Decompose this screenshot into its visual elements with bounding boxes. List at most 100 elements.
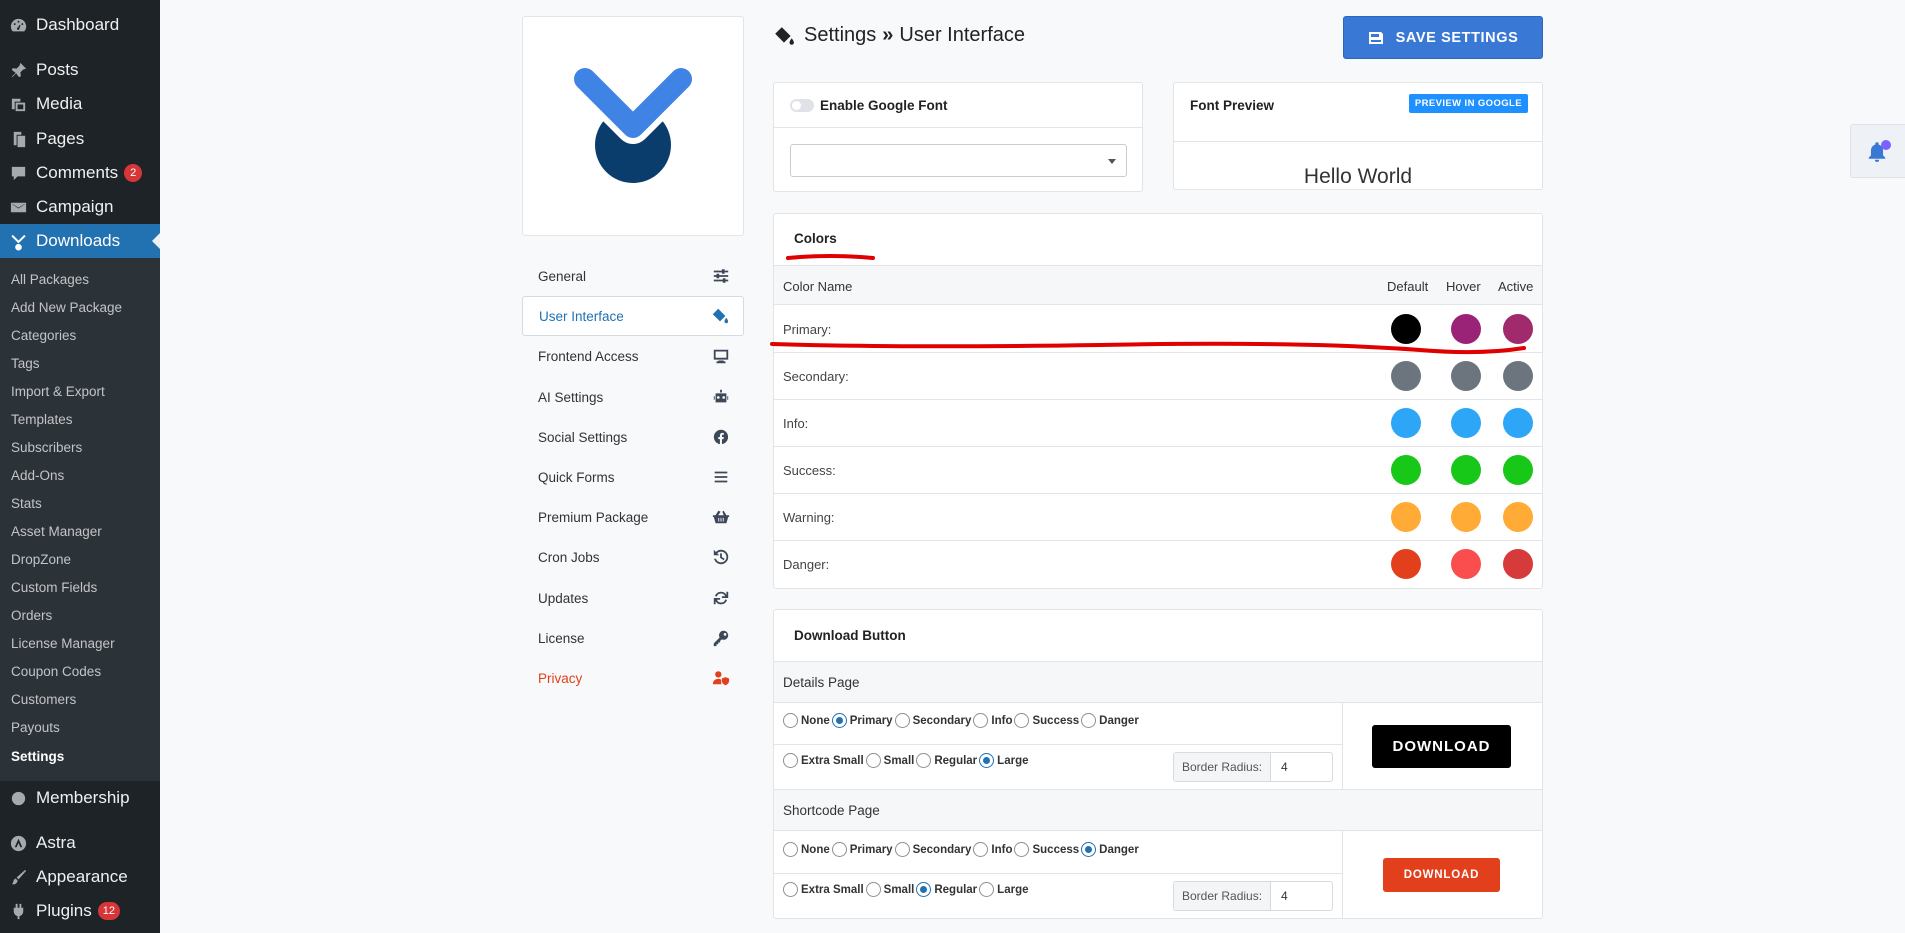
radio-button[interactable]	[1014, 842, 1030, 857]
color-swatch-hover[interactable]	[1451, 455, 1481, 485]
submenu-settings[interactable]: Settings	[11, 749, 64, 764]
menu-astra[interactable]: Astra	[0, 826, 160, 860]
radio-button[interactable]	[916, 882, 932, 897]
radio-option[interactable]: None	[783, 842, 830, 857]
settings-nav-premium-package[interactable]: Premium Package	[522, 497, 744, 537]
radio-option[interactable]: Large	[979, 753, 1029, 768]
radio-button[interactable]	[783, 713, 798, 728]
menu-posts[interactable]: Posts	[0, 53, 160, 87]
radio-button[interactable]	[979, 882, 995, 897]
radio-option[interactable]: Primary	[831, 842, 893, 857]
radio-button[interactable]	[1014, 713, 1030, 728]
radio-option[interactable]: Primary	[831, 713, 893, 728]
color-swatch-default[interactable]	[1391, 361, 1421, 391]
menu-dashboard[interactable]: Dashboard	[0, 8, 160, 42]
menu-appearance[interactable]: Appearance	[0, 860, 160, 894]
radio-option[interactable]: Extra Small	[783, 753, 864, 768]
color-swatch-active[interactable]	[1503, 549, 1533, 579]
details-page-border-radius-input[interactable]: 4	[1271, 753, 1298, 781]
radio-button[interactable]	[894, 713, 910, 728]
radio-option[interactable]: Danger	[1081, 713, 1139, 728]
radio-button[interactable]	[783, 842, 798, 857]
radio-button[interactable]	[831, 842, 847, 857]
color-swatch-default[interactable]	[1391, 314, 1421, 344]
radio-button[interactable]	[916, 753, 932, 768]
google-font-toggle[interactable]	[790, 99, 814, 112]
radio-option[interactable]: Success	[1014, 842, 1079, 857]
radio-button[interactable]	[1081, 713, 1097, 728]
radio-option[interactable]: Info	[973, 713, 1012, 728]
submenu-import-export[interactable]: Import & Export	[11, 384, 105, 399]
radio-button[interactable]	[979, 753, 995, 768]
radio-option[interactable]: Extra Small	[783, 882, 864, 897]
color-swatch-default[interactable]	[1391, 455, 1421, 485]
settings-nav-general[interactable]: General	[522, 256, 744, 296]
submenu-payouts[interactable]: Payouts	[11, 720, 60, 735]
radio-option[interactable]: Regular	[916, 753, 977, 768]
settings-nav-privacy[interactable]: Privacy	[522, 658, 744, 698]
radio-option[interactable]: None	[783, 713, 830, 728]
menu-pages[interactable]: Pages	[0, 122, 160, 156]
radio-button[interactable]	[1081, 842, 1097, 857]
menu-comments[interactable]: Comments 2	[0, 156, 160, 190]
settings-nav-user-interface[interactable]: User Interface	[522, 296, 744, 336]
radio-button[interactable]	[783, 882, 798, 897]
color-swatch-hover[interactable]	[1451, 502, 1481, 532]
submenu-add-ons[interactable]: Add-Ons	[11, 468, 64, 483]
color-swatch-active[interactable]	[1503, 502, 1533, 532]
radio-button[interactable]	[783, 753, 798, 768]
color-swatch-active[interactable]	[1503, 314, 1533, 344]
settings-nav-quick-forms[interactable]: Quick Forms	[522, 457, 744, 497]
color-swatch-hover[interactable]	[1451, 314, 1481, 344]
color-swatch-active[interactable]	[1503, 408, 1533, 438]
save-settings-button[interactable]: SAVE SETTINGS	[1343, 16, 1543, 59]
radio-option[interactable]: Danger	[1081, 842, 1139, 857]
color-swatch-default[interactable]	[1391, 408, 1421, 438]
notification-bell-button[interactable]	[1850, 124, 1905, 178]
radio-button[interactable]	[894, 842, 910, 857]
radio-option[interactable]: Secondary	[894, 842, 971, 857]
menu-downloads[interactable]: Downloads	[0, 224, 160, 258]
preview-in-google-button[interactable]: PREVIEW IN GOOGLE	[1408, 94, 1528, 113]
submenu-categories[interactable]: Categories	[11, 328, 76, 343]
submenu-dropzone[interactable]: DropZone	[11, 552, 71, 567]
settings-nav-cron-jobs[interactable]: Cron Jobs	[522, 537, 744, 577]
settings-nav-social-settings[interactable]: Social Settings	[522, 417, 744, 457]
submenu-subscribers[interactable]: Subscribers	[11, 440, 82, 455]
settings-nav-license[interactable]: License	[522, 618, 744, 658]
color-swatch-default[interactable]	[1391, 549, 1421, 579]
menu-media[interactable]: Media	[0, 87, 160, 121]
radio-option[interactable]: Regular	[916, 882, 977, 897]
settings-nav-ai-settings[interactable]: AI Settings	[522, 377, 744, 417]
color-swatch-hover[interactable]	[1451, 549, 1481, 579]
submenu-orders[interactable]: Orders	[11, 608, 52, 623]
settings-nav-frontend-access[interactable]: Frontend Access	[522, 336, 744, 376]
radio-option[interactable]: Small	[865, 753, 914, 768]
radio-button[interactable]	[973, 713, 989, 728]
submenu-all-packages[interactable]: All Packages	[11, 272, 89, 287]
radio-option[interactable]: Secondary	[894, 713, 971, 728]
submenu-add-new-package[interactable]: Add New Package	[11, 300, 122, 315]
color-swatch-hover[interactable]	[1451, 408, 1481, 438]
menu-campaign[interactable]: Campaign	[0, 190, 160, 224]
submenu-asset-manager[interactable]: Asset Manager	[11, 524, 102, 539]
submenu-tags[interactable]: Tags	[11, 356, 40, 371]
radio-option[interactable]: Info	[973, 842, 1012, 857]
submenu-license-manager[interactable]: License Manager	[11, 636, 115, 651]
radio-button[interactable]	[865, 882, 881, 897]
details-page-download-preview-button[interactable]: DOWNLOAD	[1372, 725, 1511, 768]
settings-nav-updates[interactable]: Updates	[522, 578, 744, 618]
radio-option[interactable]: Success	[1014, 713, 1079, 728]
shortcode-page-border-radius-input[interactable]: 4	[1271, 882, 1298, 910]
radio-button[interactable]	[973, 842, 989, 857]
submenu-stats[interactable]: Stats	[11, 496, 42, 511]
color-swatch-hover[interactable]	[1451, 361, 1481, 391]
submenu-coupon-codes[interactable]: Coupon Codes	[11, 664, 101, 679]
menu-plugins[interactable]: Plugins 12	[0, 894, 160, 928]
google-font-select[interactable]	[790, 144, 1127, 177]
color-swatch-active[interactable]	[1503, 361, 1533, 391]
radio-option[interactable]: Large	[979, 882, 1029, 897]
radio-option[interactable]: Small	[865, 882, 914, 897]
submenu-custom-fields[interactable]: Custom Fields	[11, 580, 97, 595]
submenu-customers[interactable]: Customers	[11, 692, 76, 707]
